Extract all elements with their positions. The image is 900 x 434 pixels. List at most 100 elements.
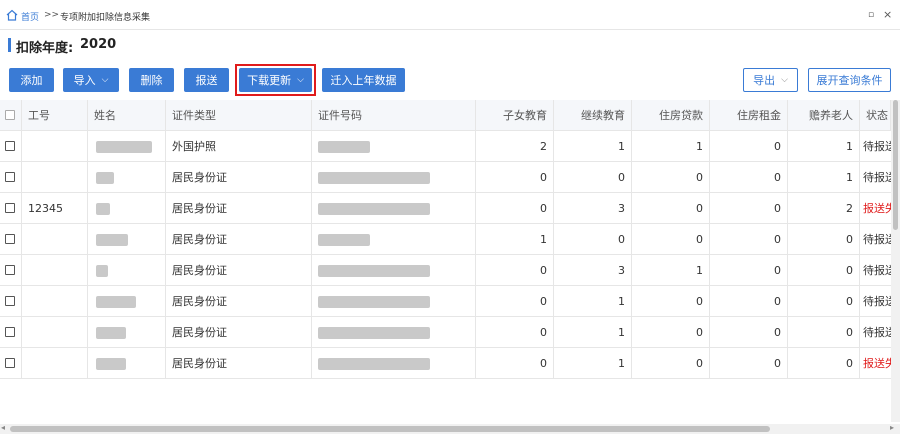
redacted-name bbox=[96, 327, 126, 339]
cell-housing-rent: 0 bbox=[710, 286, 788, 317]
column-header-housing-rent[interactable]: 住房租金 bbox=[710, 100, 788, 131]
cell-emp-id bbox=[22, 317, 88, 348]
table-row[interactable]: 外国护照 2 1 1 0 1 待报送 bbox=[0, 131, 891, 162]
add-button-label: 添加 bbox=[20, 74, 43, 87]
cell-continuing-education: 0 bbox=[554, 224, 632, 255]
cell-continuing-education: 1 bbox=[554, 286, 632, 317]
breadcrumb-home[interactable]: 首页 bbox=[21, 10, 39, 23]
row-checkbox[interactable] bbox=[5, 296, 15, 306]
cell-status: 待报送 bbox=[863, 140, 891, 153]
cell-id-type: 外国护照 bbox=[166, 131, 312, 162]
redacted-id-number bbox=[318, 327, 430, 339]
row-checkbox[interactable] bbox=[5, 358, 15, 368]
delete-button[interactable]: 删除 bbox=[129, 68, 174, 92]
scroll-left-icon[interactable]: ◂ bbox=[1, 423, 5, 432]
table-row[interactable]: 居民身份证01000报送失败 bbox=[0, 348, 891, 379]
highlight-box bbox=[235, 64, 316, 96]
cell-child-education: 0 bbox=[476, 162, 554, 193]
row-checkbox[interactable] bbox=[5, 234, 15, 244]
cell-name bbox=[88, 286, 166, 317]
cell-housing-rent: 0 bbox=[710, 162, 788, 193]
redacted-name bbox=[96, 358, 126, 370]
cell-child-education: 0 bbox=[476, 193, 554, 224]
row-checkbox[interactable] bbox=[5, 141, 15, 151]
horizontal-scrollbar-thumb[interactable] bbox=[10, 426, 770, 432]
restore-icon[interactable]: ▫ bbox=[868, 10, 874, 20]
expand-query-button[interactable]: 展开查询条件 bbox=[808, 68, 891, 92]
breadcrumb-current: 专项附加扣除信息采集 bbox=[60, 13, 151, 23]
cell-housing-loan: 0 bbox=[632, 193, 710, 224]
cell-id-number bbox=[312, 317, 476, 348]
table-header-row: 工号 姓名 证件类型 证件号码 子女教育 继续教育 住房贷款 住房租金 赡养老人 状态 bbox=[0, 100, 891, 131]
cell-id-number bbox=[312, 348, 476, 379]
import-button[interactable]: 导入 ⌵ bbox=[63, 68, 119, 92]
migrate-button-label: 迁入上年数据 bbox=[330, 74, 397, 87]
select-all-cell bbox=[0, 100, 22, 131]
row-checkbox-cell bbox=[0, 348, 22, 379]
cell-name bbox=[88, 193, 166, 224]
cell-housing-loan: 1 bbox=[632, 255, 710, 286]
cell-id-number bbox=[312, 255, 476, 286]
add-button[interactable]: 添加 bbox=[9, 68, 54, 92]
cell-id-number bbox=[312, 224, 476, 255]
redacted-id-number bbox=[318, 296, 430, 308]
column-header-continuing-education[interactable]: 继续教育 bbox=[554, 100, 632, 131]
redacted-id-number bbox=[318, 234, 370, 246]
cell-housing-loan: 0 bbox=[632, 286, 710, 317]
redacted-name bbox=[96, 296, 136, 308]
table-row[interactable]: 居民身份证 0 3 1 0 0 待报送 bbox=[0, 255, 891, 286]
redacted-name bbox=[96, 172, 114, 184]
table-row[interactable]: 居民身份证 1 0 0 0 0 待报送 bbox=[0, 224, 891, 255]
row-checkbox[interactable] bbox=[5, 327, 15, 337]
cell-continuing-education: 1 bbox=[554, 317, 632, 348]
delete-button-label: 删除 bbox=[140, 74, 163, 87]
migrate-button[interactable]: 迁入上年数据 bbox=[322, 68, 405, 92]
submit-button[interactable]: 报送 bbox=[184, 68, 229, 92]
cell-child-education: 0 bbox=[476, 317, 554, 348]
cell-housing-rent: 0 bbox=[710, 193, 788, 224]
vertical-scrollbar-thumb[interactable] bbox=[893, 100, 898, 230]
cell-continuing-education: 0 bbox=[554, 162, 632, 193]
cell-housing-rent: 0 bbox=[710, 224, 788, 255]
cell-emp-id bbox=[22, 131, 88, 162]
export-button[interactable]: 导出 ⌵ bbox=[743, 68, 798, 92]
select-all-checkbox[interactable] bbox=[5, 110, 15, 120]
cell-name bbox=[88, 255, 166, 286]
title-bar: 首页 >> 专项附加扣除信息采集 ▫ × bbox=[0, 0, 900, 30]
redacted-name bbox=[96, 141, 152, 153]
table-row[interactable]: 居民身份证 0 0 0 0 1 待报送 bbox=[0, 162, 891, 193]
table-row[interactable]: 居民身份证 0 1 0 0 0 待报送 bbox=[0, 317, 891, 348]
row-checkbox[interactable] bbox=[5, 265, 15, 275]
column-header-id-number[interactable]: 证件号码 bbox=[312, 100, 476, 131]
table-row[interactable]: 居民身份证 0 1 0 0 0 待报送 bbox=[0, 286, 891, 317]
cell-emp-id bbox=[22, 286, 88, 317]
table-row[interactable]: 12345居民身份证03002报送失败 bbox=[0, 193, 891, 224]
cell-id-number bbox=[312, 131, 476, 162]
column-header-id-type[interactable]: 证件类型 bbox=[166, 100, 312, 131]
import-button-label: 导入 bbox=[73, 74, 96, 87]
expand-query-button-label: 展开查询条件 bbox=[816, 74, 883, 87]
column-header-emp-id[interactable]: 工号 bbox=[22, 100, 88, 131]
cell-housing-loan: 0 bbox=[632, 317, 710, 348]
cell-continuing-education: 1 bbox=[554, 131, 632, 162]
redacted-name bbox=[96, 265, 108, 277]
cell-elderly-support: 2 bbox=[788, 193, 860, 224]
column-header-status[interactable]: 状态 bbox=[860, 100, 891, 131]
cell-elderly-support: 1 bbox=[788, 131, 860, 162]
column-header-housing-loan[interactable]: 住房贷款 bbox=[632, 100, 710, 131]
cell-emp-id bbox=[22, 348, 88, 379]
cell-id-type: 居民身份证 bbox=[166, 193, 312, 224]
scroll-right-icon[interactable]: ▸ bbox=[890, 423, 894, 432]
column-header-child-education[interactable]: 子女教育 bbox=[476, 100, 554, 131]
row-checkbox[interactable] bbox=[5, 172, 15, 182]
close-icon[interactable]: × bbox=[883, 8, 892, 21]
cell-status: 待报送 bbox=[863, 171, 891, 184]
home-icon[interactable] bbox=[6, 9, 18, 21]
row-checkbox[interactable] bbox=[5, 203, 15, 213]
redacted-name bbox=[96, 203, 110, 215]
cell-housing-loan: 0 bbox=[632, 224, 710, 255]
cell-id-number bbox=[312, 286, 476, 317]
column-header-name[interactable]: 姓名 bbox=[88, 100, 166, 131]
column-header-elderly-support[interactable]: 赡养老人 bbox=[788, 100, 860, 131]
redacted-id-number bbox=[318, 265, 430, 277]
